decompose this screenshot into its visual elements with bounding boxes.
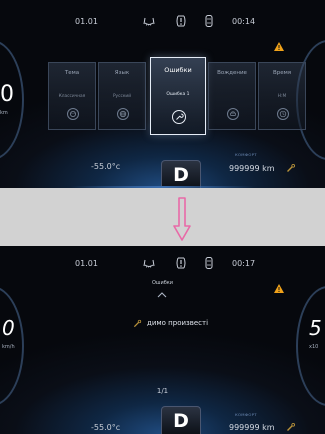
menu-card-time[interactable]: Время H:M bbox=[258, 62, 306, 130]
menu-card-language[interactable]: Язык Русский bbox=[98, 62, 146, 130]
car-door-icon bbox=[202, 14, 216, 28]
lane-assist-icon bbox=[142, 14, 156, 28]
time-label: 00:14 bbox=[232, 17, 256, 26]
error-message: димо произвесті bbox=[147, 319, 209, 327]
card-title: Вождение bbox=[217, 70, 247, 76]
drive-mode-label: КОМФОРТ bbox=[235, 152, 257, 157]
car-icon bbox=[227, 108, 239, 120]
cluster-screen-errors: 01.01 00:17 Ошибки 0 km/h 5 x10 димо про… bbox=[0, 246, 325, 434]
page-indicator: 1/1 bbox=[156, 387, 169, 395]
speed-unit-left: km/h bbox=[2, 344, 15, 350]
menu-card-driving[interactable]: Вождение bbox=[208, 62, 256, 130]
status-bar: 01.01 00:14 bbox=[0, 14, 325, 30]
speed-unit: km bbox=[0, 110, 8, 116]
chevron-up-icon[interactable] bbox=[157, 291, 167, 298]
odometer: 999999 km bbox=[229, 423, 275, 432]
outside-temperature: -55.0°c bbox=[91, 162, 121, 171]
tire-pressure-icon bbox=[174, 256, 188, 270]
rpm-unit-right: x10 bbox=[309, 344, 319, 350]
speed-value-left: 0 bbox=[2, 316, 15, 340]
time-label: 00:17 bbox=[232, 259, 256, 268]
card-title: Время bbox=[272, 70, 292, 76]
wrench-small-icon bbox=[287, 163, 296, 172]
warning-icon bbox=[274, 42, 284, 51]
tire-pressure-icon bbox=[174, 14, 188, 28]
date-label: 01.01 bbox=[75, 259, 98, 268]
speed-value-clipped: 0 bbox=[0, 82, 14, 107]
clock-icon bbox=[277, 108, 289, 120]
card-value: H:M bbox=[277, 94, 287, 99]
lane-assist-icon bbox=[142, 256, 156, 270]
gear-indicator: D bbox=[161, 160, 201, 188]
gear-value: D bbox=[173, 164, 189, 186]
card-value: Классичная bbox=[58, 94, 86, 99]
status-bar: 01.01 00:17 bbox=[0, 256, 325, 272]
arrow-down-icon bbox=[173, 197, 191, 241]
card-value: Русский bbox=[112, 94, 132, 99]
card-title: Ошибки bbox=[164, 66, 192, 74]
card-title: Тема bbox=[64, 70, 80, 76]
outside-temperature: -55.0°c bbox=[91, 423, 121, 432]
gear-indicator: D bbox=[161, 406, 201, 434]
globe-icon bbox=[117, 108, 129, 120]
wrench-small-icon bbox=[287, 422, 296, 431]
palette-icon bbox=[67, 108, 79, 120]
odometer: 999999 km bbox=[229, 164, 275, 173]
gear-value: D bbox=[173, 410, 189, 432]
card-title: Язык bbox=[114, 70, 130, 76]
rpm-value-right: 5 bbox=[309, 316, 322, 340]
cluster-screen-settings: 01.01 00:14 0 km Тема Классичная Язык Ру… bbox=[0, 0, 325, 188]
wrench-icon bbox=[172, 110, 186, 124]
wrench-icon bbox=[133, 319, 142, 328]
menu-card-errors[interactable]: Ошибки Ошибка 1 bbox=[150, 57, 206, 135]
date-label: 01.01 bbox=[75, 17, 98, 26]
car-door-icon bbox=[202, 256, 216, 270]
card-value: Ошибка 1 bbox=[166, 92, 190, 97]
warning-icon bbox=[274, 284, 284, 293]
transition-divider bbox=[0, 188, 325, 246]
menu-card-theme[interactable]: Тема Классичная bbox=[48, 62, 96, 130]
drive-mode-label: КОМФОРТ bbox=[235, 412, 257, 417]
